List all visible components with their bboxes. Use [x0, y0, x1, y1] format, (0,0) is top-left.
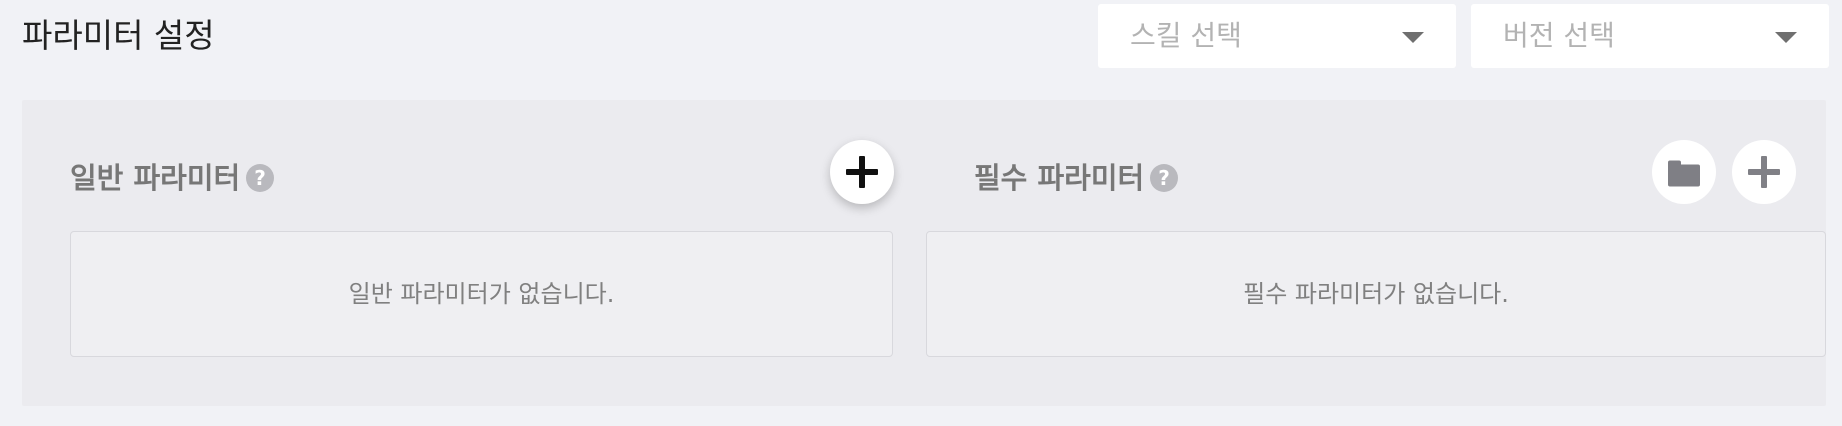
- required-params-list: 필수 파라미터가 없습니다.: [926, 231, 1826, 357]
- plus-icon: [846, 156, 878, 188]
- parameter-settings-page: 파라미터 설정 스킬 선택 버전 선택 일반 파라미터 ? 일반 파라미터가 없…: [0, 0, 1842, 426]
- folder-button[interactable]: [1652, 140, 1716, 204]
- skill-select-placeholder: 스킬 선택: [1130, 19, 1242, 52]
- skill-select-dropdown[interactable]: 스킬 선택: [1098, 4, 1456, 68]
- general-params-title: 일반 파라미터: [70, 161, 241, 195]
- parameters-panel: 일반 파라미터 ? 일반 파라미터가 없습니다. 필수 파라미터 ? 필수 파라…: [22, 100, 1826, 406]
- version-select-placeholder: 버전 선택: [1503, 19, 1615, 52]
- plus-icon: [1748, 156, 1780, 188]
- caret-down-icon: [1775, 32, 1797, 43]
- add-required-param-button[interactable]: [1732, 140, 1796, 204]
- general-params-empty-message: 일반 파라미터가 없습니다.: [348, 280, 615, 308]
- version-select-dropdown[interactable]: 버전 선택: [1471, 4, 1829, 68]
- general-params-help-icon[interactable]: ?: [246, 164, 274, 192]
- required-params-title: 필수 파라미터: [974, 161, 1145, 195]
- required-params-help-icon[interactable]: ?: [1150, 164, 1178, 192]
- caret-down-icon: [1402, 32, 1424, 43]
- add-general-param-button[interactable]: [830, 140, 894, 204]
- folder-icon: [1668, 160, 1700, 187]
- required-params-empty-message: 필수 파라미터가 없습니다.: [1243, 280, 1509, 308]
- page-title: 파라미터 설정: [22, 16, 215, 55]
- general-params-list: 일반 파라미터가 없습니다.: [70, 231, 893, 357]
